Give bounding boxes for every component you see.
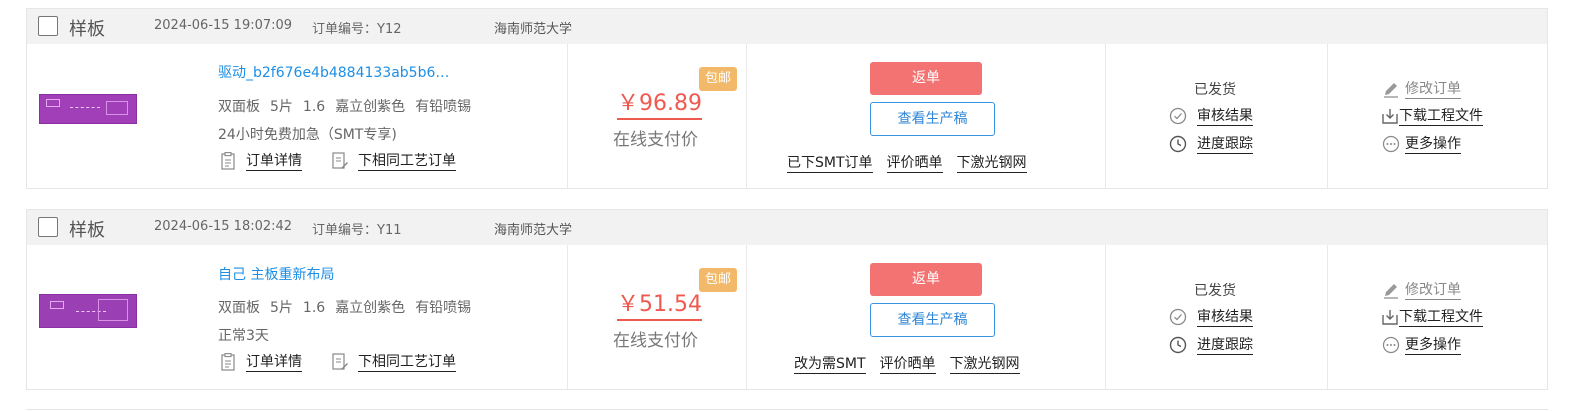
- pcb-thumbnail[interactable]: [39, 294, 137, 328]
- pencil-icon: [1384, 284, 1398, 299]
- more-actions-link[interactable]: 更多操作: [1382, 133, 1461, 154]
- order-header: 样板 2024-06-15 18:02:42 订单编号：Y11 海南师范大学: [27, 210, 1547, 245]
- order-header: 样板 2024-06-15 19:07:09 订单编号：Y12 海南师范大学: [27, 9, 1547, 44]
- divider: [567, 245, 568, 389]
- divider: [26, 409, 1548, 410]
- return-order-button[interactable]: 返单: [870, 263, 982, 296]
- price: ￥51.54: [617, 286, 702, 321]
- clipboard-icon: [221, 152, 235, 170]
- clipboard-icon: [221, 353, 235, 371]
- order-date: 2024-06-15 18:02:42: [154, 219, 293, 234]
- order-kind: 样板: [69, 19, 105, 40]
- download-files-link[interactable]: 下载工程文件: [1381, 306, 1483, 327]
- spec-layers: 双面板: [218, 300, 260, 316]
- divider: [1105, 245, 1106, 389]
- document-edit-icon: [332, 152, 348, 169]
- more-icon: [1382, 336, 1400, 354]
- view-production-button[interactable]: 查看生产稿: [870, 303, 995, 337]
- laser-stencil-link[interactable]: 下激光钢网: [956, 155, 1027, 173]
- product-name-link[interactable]: 驱动_b2f676e4b4884133ab5b6…: [218, 62, 449, 82]
- spec-finish: 有铅喷锡: [415, 99, 472, 115]
- smt-order-link[interactable]: 已下SMT订单: [787, 155, 873, 173]
- spec-thickness: 1.6: [302, 99, 326, 115]
- audit-result-link[interactable]: 审核结果: [1169, 105, 1253, 126]
- price: ￥96.89: [617, 85, 702, 120]
- divider: [746, 44, 747, 188]
- divider: [1105, 44, 1106, 188]
- divider: [1327, 44, 1328, 188]
- clock-icon: [1169, 135, 1187, 153]
- view-production-button[interactable]: 查看生产稿: [870, 102, 995, 136]
- modify-order-link[interactable]: 修改订单: [1382, 78, 1461, 99]
- order-detail-link[interactable]: 订单详情: [220, 150, 302, 171]
- order-checkbox[interactable]: [38, 217, 58, 237]
- return-order-button[interactable]: 返单: [870, 62, 982, 95]
- modify-order-link[interactable]: 修改订单: [1382, 279, 1461, 300]
- pcb-thumbnail[interactable]: [39, 94, 137, 124]
- pencil-icon: [1384, 83, 1398, 98]
- free-shipping-badge: 包邮: [699, 67, 737, 91]
- order-number: 订单编号：Y11: [312, 223, 402, 238]
- more-icon: [1382, 135, 1400, 153]
- download-icon: [1382, 109, 1398, 124]
- divider: [746, 245, 747, 389]
- check-circle-icon: [1169, 107, 1187, 125]
- spec-thickness: 1.6: [302, 300, 326, 316]
- spec-finish: 有铅喷锡: [415, 300, 472, 316]
- delivery-note: 正常3天: [218, 328, 269, 344]
- reorder-same-link[interactable]: 下相同工艺订单: [332, 150, 456, 171]
- clock-icon: [1169, 336, 1187, 354]
- shipping-status: 已发货: [1194, 82, 1236, 98]
- order-checkbox[interactable]: [38, 16, 58, 36]
- order-number: 订单编号：Y12: [312, 22, 402, 37]
- pay-label: 在线支付价: [613, 331, 698, 351]
- laser-stencil-link[interactable]: 下激光钢网: [949, 356, 1020, 374]
- review-share-link[interactable]: 评价晒单: [879, 356, 936, 374]
- spec-color: 嘉立创紫色: [335, 300, 406, 316]
- order-card: 样板 2024-06-15 18:02:42 订单编号：Y11 海南师范大学 自…: [26, 209, 1548, 390]
- pay-label: 在线支付价: [613, 130, 698, 150]
- order-detail-link[interactable]: 订单详情: [220, 351, 302, 372]
- check-circle-icon: [1169, 308, 1187, 326]
- order-card: 样板 2024-06-15 19:07:09 订单编号：Y12 海南师范大学 驱…: [26, 8, 1548, 189]
- divider: [567, 44, 568, 188]
- product-name-link[interactable]: 自己 主板重新布局: [218, 264, 334, 284]
- download-icon: [1382, 310, 1398, 325]
- review-share-link[interactable]: 评价晒单: [886, 155, 943, 173]
- product-spec: 双面板 5片 1.6 嘉立创紫色 有铅喷锡: [218, 297, 481, 317]
- spec-layers: 双面板: [218, 99, 260, 115]
- shipping-status: 已发货: [1194, 283, 1236, 299]
- product-spec: 双面板 5片 1.6 嘉立创紫色 有铅喷锡: [218, 96, 481, 116]
- delivery-note: 24小时免费加急（SMT专享): [218, 127, 397, 143]
- download-files-link[interactable]: 下载工程文件: [1381, 105, 1483, 126]
- change-to-smt-link[interactable]: 改为需SMT: [794, 356, 866, 374]
- op-links: 已下SMT订单 评价晒单 下激光钢网: [787, 152, 1041, 173]
- spec-quantity: 5片: [270, 99, 293, 115]
- order-date: 2024-06-15 19:07:09: [154, 18, 293, 33]
- document-edit-icon: [332, 353, 348, 370]
- free-shipping-badge: 包邮: [699, 268, 737, 292]
- spec-color: 嘉立创紫色: [335, 99, 406, 115]
- divider: [1327, 245, 1328, 389]
- order-kind: 样板: [69, 220, 105, 241]
- spec-quantity: 5片: [270, 300, 293, 316]
- op-links: 改为需SMT 评价晒单 下激光钢网: [794, 353, 1034, 374]
- order-school: 海南师范大学: [494, 22, 573, 37]
- order-school: 海南师范大学: [494, 223, 573, 238]
- more-actions-link[interactable]: 更多操作: [1382, 334, 1461, 355]
- progress-track-link[interactable]: 进度跟踪: [1169, 133, 1253, 154]
- progress-track-link[interactable]: 进度跟踪: [1169, 334, 1253, 355]
- reorder-same-link[interactable]: 下相同工艺订单: [332, 351, 456, 372]
- audit-result-link[interactable]: 审核结果: [1169, 306, 1253, 327]
